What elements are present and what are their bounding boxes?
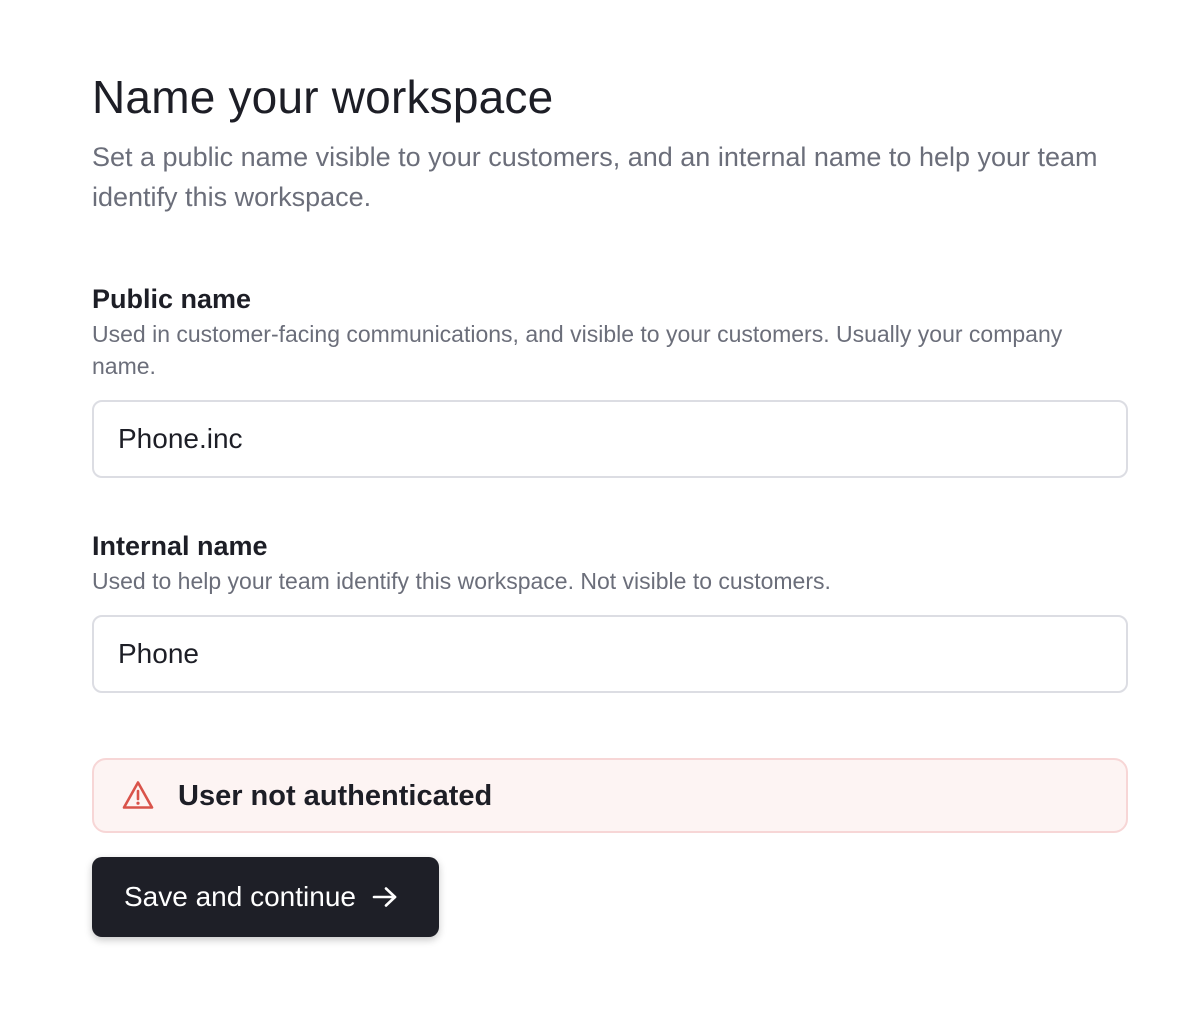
alert-message: User not authenticated (178, 780, 493, 812)
save-and-continue-label: Save and continue (124, 881, 356, 912)
public-name-help: Used in customer-facing communications, … (92, 321, 1063, 379)
internal-name-input[interactable] (92, 615, 1128, 693)
public-name-label: Public name (92, 284, 252, 314)
page-subtitle: Set a public name visible to your custom… (92, 142, 1098, 212)
save-and-continue-button[interactable]: Save and continue (92, 857, 439, 937)
warning-triangle-icon (122, 781, 154, 809)
error-alert: User not authenticated (92, 758, 1128, 833)
internal-name-label: Internal name (92, 531, 268, 561)
internal-name-help: Used to help your team identify this wor… (92, 568, 831, 594)
page-title: Name your workspace (92, 71, 554, 123)
public-name-input[interactable] (92, 400, 1128, 478)
arrow-right-icon (372, 887, 397, 907)
